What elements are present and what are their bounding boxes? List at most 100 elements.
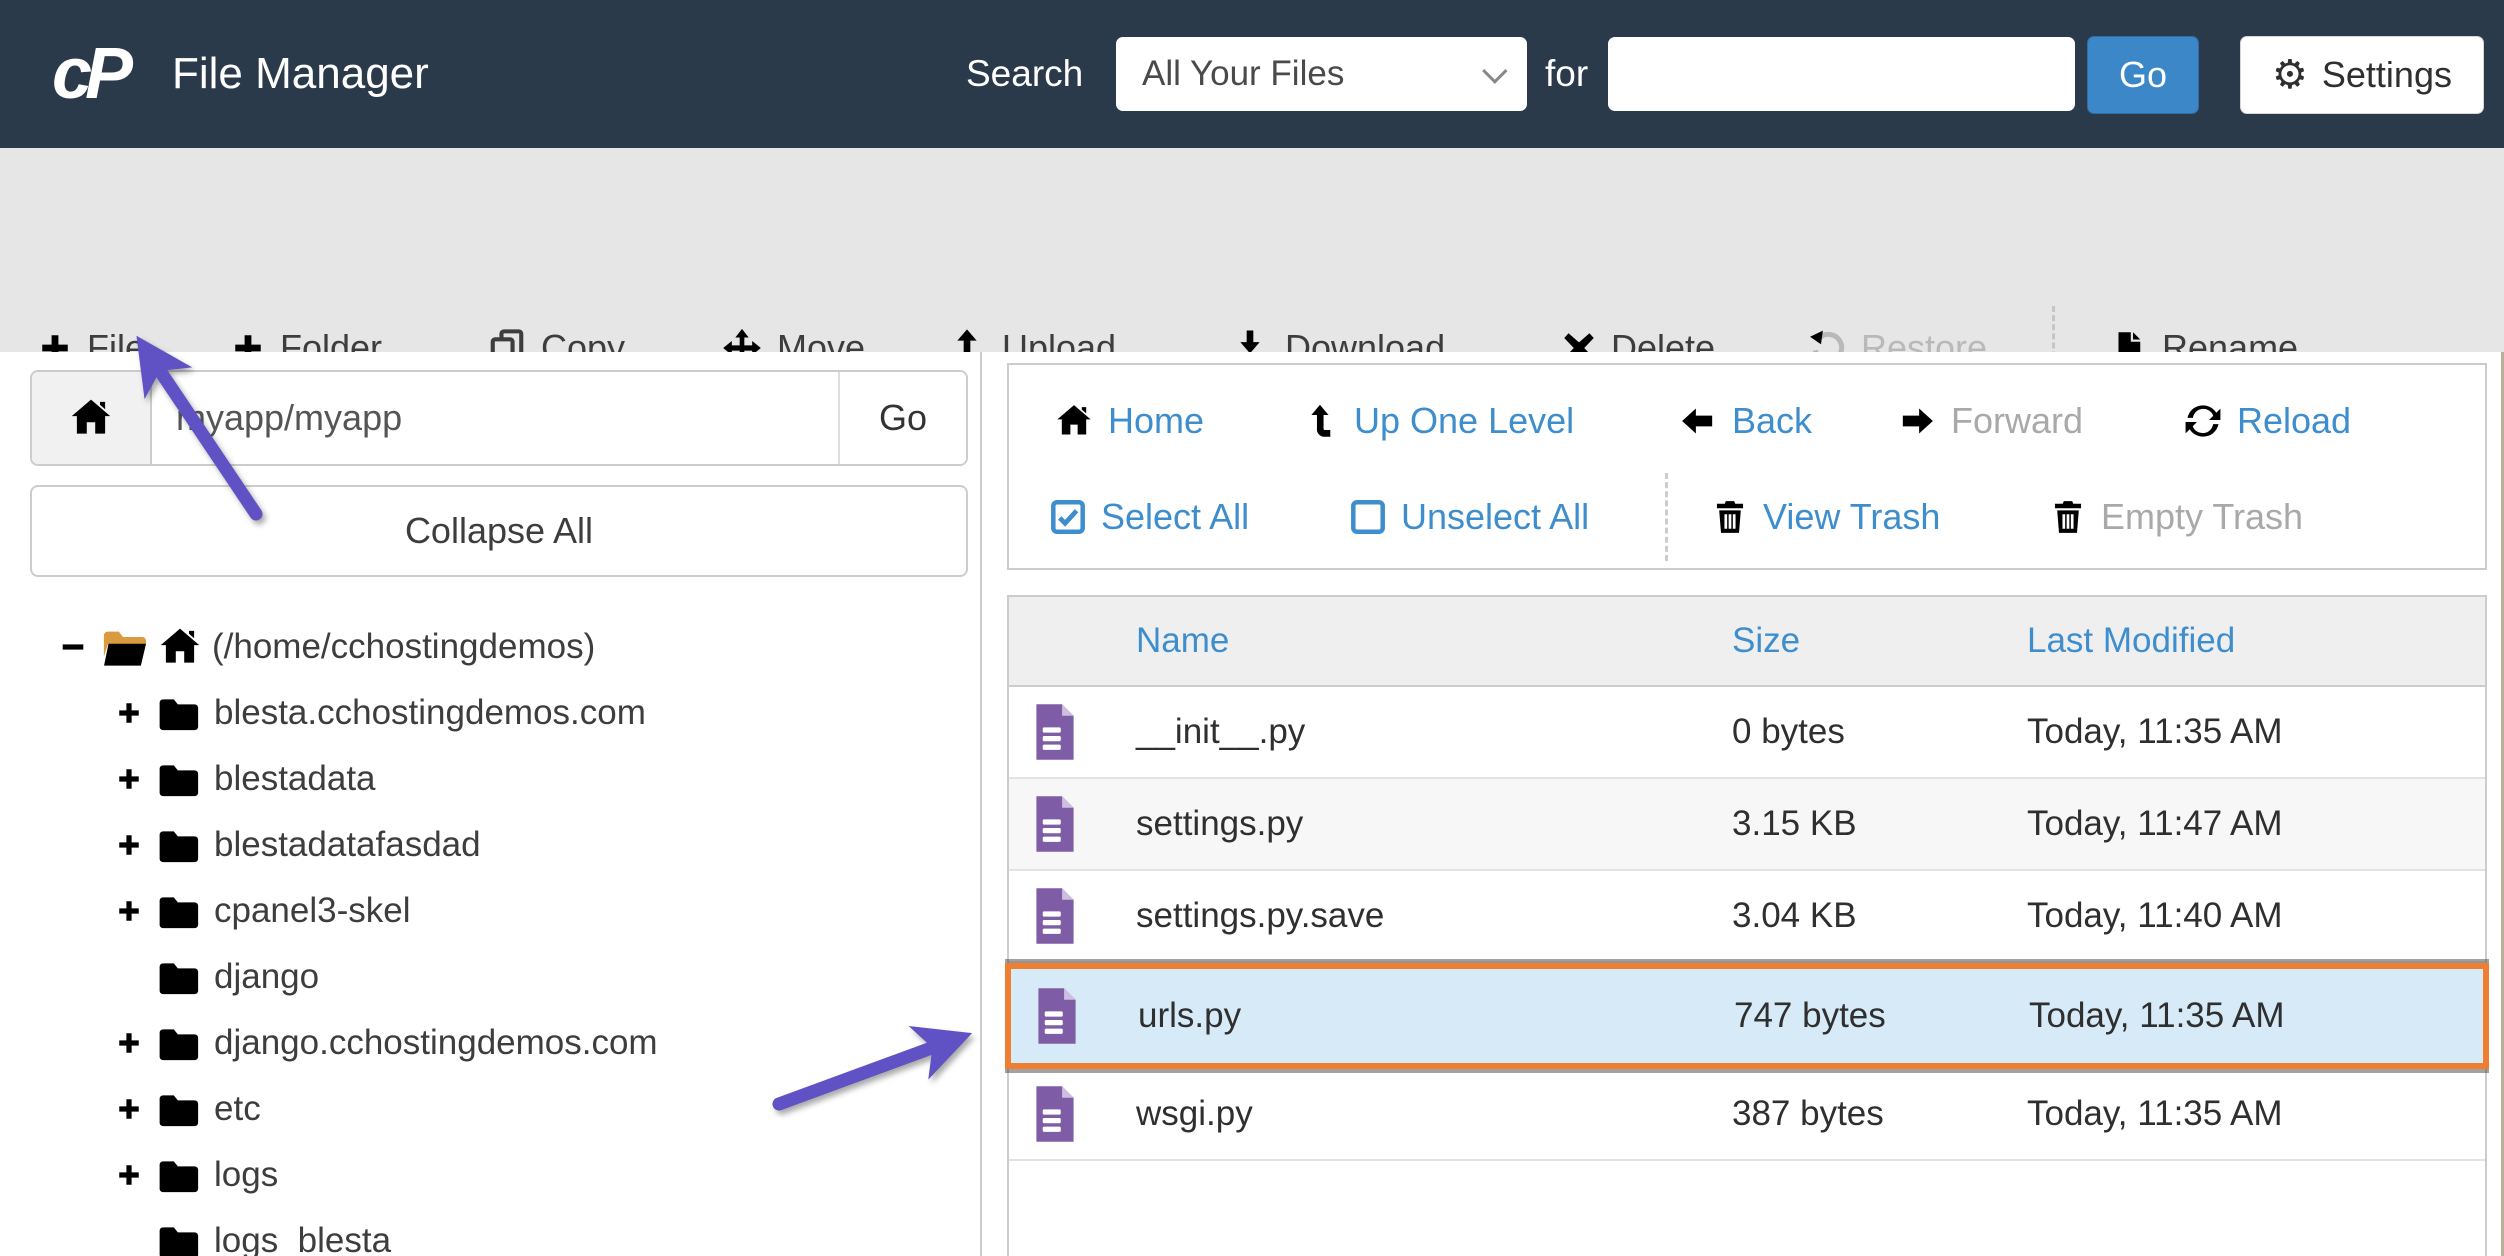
home-icon [69, 396, 113, 440]
expand-icon[interactable] [112, 832, 146, 858]
table-row[interactable]: settings.py 3.15 KB Today, 11:47 AM [1009, 779, 2485, 871]
unselect-all-label: Unselect All [1401, 496, 1589, 538]
file-size: 387 bytes [1732, 1094, 2027, 1134]
plus-icon [116, 766, 142, 792]
tree-item-label: blestadata [214, 759, 376, 799]
file-name: settings.py.save [1136, 896, 1732, 936]
tree-item[interactable]: blesta.cchostingdemos.com [0, 680, 978, 746]
path-go-button[interactable]: Go [838, 372, 966, 464]
tree-item-label: logs_blesta [214, 1221, 391, 1256]
file-nav-toolbar: Home Up One Level Back Forward Reload Se… [1007, 363, 2487, 570]
tree-item-label: django.cchostingdemos.com [214, 1023, 658, 1063]
nav-reload-link[interactable]: Reload [2184, 385, 2351, 457]
empty-trash-link[interactable]: Empty Trash [2050, 481, 2303, 553]
folder-icon [154, 692, 202, 734]
nav-up-one-level-link[interactable]: Up One Level [1303, 385, 1574, 457]
minus-icon [60, 634, 86, 660]
settings-label: Settings [2322, 54, 2452, 96]
chevron-down-icon [1482, 58, 1507, 83]
folder-icon [154, 890, 202, 932]
settings-button[interactable]: ⚙ Settings [2240, 36, 2484, 114]
file-modified: Today, 11:35 AM [2027, 712, 2485, 752]
collapse-all-label: Collapse All [405, 510, 593, 552]
tree-item-label: (/home/cchostingdemos) [212, 627, 595, 667]
table-row[interactable]: wsgi.py 387 bytes Today, 11:35 AM [1009, 1069, 2485, 1161]
plus-icon [116, 1162, 142, 1188]
file-size: 0 bytes [1732, 712, 2027, 752]
column-header-size[interactable]: Size [1732, 621, 2027, 661]
nav-forward-link[interactable]: Forward [1898, 385, 2083, 457]
tree-item-root[interactable]: (/home/cchostingdemos) [0, 614, 978, 680]
toolbar: File Folder Copy Move Upload Download De… [0, 148, 2504, 356]
table-row[interactable]: settings.py.save 3.04 KB Today, 11:40 AM [1009, 871, 2485, 963]
table-row[interactable]: __init__.py 0 bytes Today, 11:35 AM [1009, 687, 2485, 779]
search-go-label: Go [2119, 54, 2167, 96]
file-size: 3.15 KB [1732, 804, 2027, 844]
checkbox-checked-icon [1050, 499, 1086, 535]
nav-divider [1665, 473, 1668, 561]
home-directory-button[interactable] [32, 372, 152, 464]
checkbox-empty-icon [1350, 499, 1386, 535]
search-scope-value: All Your Files [1142, 54, 1344, 94]
expand-icon[interactable] [112, 1030, 146, 1056]
tree-item-label: blesta.cchostingdemos.com [214, 693, 646, 733]
file-name: wsgi.py [1136, 1094, 1732, 1134]
view-trash-link[interactable]: View Trash [1712, 481, 1940, 553]
table-row-selected[interactable]: urls.py 747 bytes Today, 11:35 AM [1011, 969, 2483, 1063]
tree-item[interactable]: blestadata [0, 746, 978, 812]
search-go-button[interactable]: Go [2087, 36, 2199, 114]
expand-icon[interactable] [112, 1096, 146, 1122]
selected-row-highlight: urls.py 747 bytes Today, 11:35 AM [1005, 963, 2489, 1069]
column-header-modified[interactable]: Last Modified [2027, 621, 2485, 661]
select-all-link[interactable]: Select All [1050, 481, 1249, 553]
tree-item[interactable]: cpanel3-skel [0, 878, 978, 944]
left-arrow-icon [1679, 404, 1717, 438]
tree-item[interactable]: django [0, 944, 978, 1010]
file-name: urls.py [1138, 996, 1734, 1036]
file-modified: Today, 11:35 AM [2027, 1094, 2485, 1134]
tree-item[interactable]: blestadatafasdad [0, 812, 978, 878]
expand-icon[interactable] [112, 700, 146, 726]
search-scope-select[interactable]: All Your Files [1116, 37, 1527, 111]
document-icon [1032, 703, 1078, 761]
view-trash-label: View Trash [1763, 496, 1940, 538]
unselect-all-link[interactable]: Unselect All [1350, 481, 1589, 553]
tree-item[interactable]: django.cchostingdemos.com [0, 1010, 978, 1076]
expand-icon[interactable] [112, 1162, 146, 1188]
path-bar: Go [30, 370, 968, 466]
document-icon [1032, 887, 1078, 945]
expand-icon[interactable] [112, 898, 146, 924]
collapse-all-button[interactable]: Collapse All [30, 485, 968, 577]
search-input[interactable] [1608, 37, 2075, 111]
tree-item-label: django [214, 957, 319, 997]
nav-back-link[interactable]: Back [1679, 385, 1812, 457]
tree-item-label: blestadatafasdad [214, 825, 481, 865]
expand-icon[interactable] [112, 766, 146, 792]
up-arrow-icon [1303, 402, 1339, 440]
file-name: __init__.py [1136, 712, 1732, 752]
search-label: Search [966, 53, 1083, 95]
folder-icon [154, 758, 202, 800]
right-arrow-icon [1898, 404, 1936, 438]
folder-open-icon [98, 624, 150, 670]
tree-item[interactable]: logs_blesta [0, 1208, 978, 1256]
home-icon [158, 625, 202, 669]
trash-icon [1712, 498, 1748, 536]
page-title: File Manager [172, 49, 429, 99]
path-go-label: Go [879, 397, 927, 439]
content-area: Go Collapse All (/home/cchostingdemos) b… [0, 352, 2504, 1256]
search-for-label: for [1545, 53, 1588, 95]
document-icon [1032, 795, 1078, 853]
tree-item[interactable]: logs [0, 1142, 978, 1208]
path-input[interactable] [152, 372, 838, 464]
collapse-icon[interactable] [56, 634, 90, 660]
directory-tree: (/home/cchostingdemos) blesta.cchostingd… [0, 614, 978, 1256]
table-header: Name Size Last Modified [1009, 595, 2485, 687]
tree-item[interactable]: etc [0, 1076, 978, 1142]
trash-icon [2050, 498, 2086, 536]
nav-home-link[interactable]: Home [1055, 385, 1204, 457]
nav-up-one-level-label: Up One Level [1354, 400, 1574, 442]
column-header-name[interactable]: Name [1136, 621, 1732, 661]
plus-icon [116, 700, 142, 726]
folder-icon [154, 1220, 202, 1256]
